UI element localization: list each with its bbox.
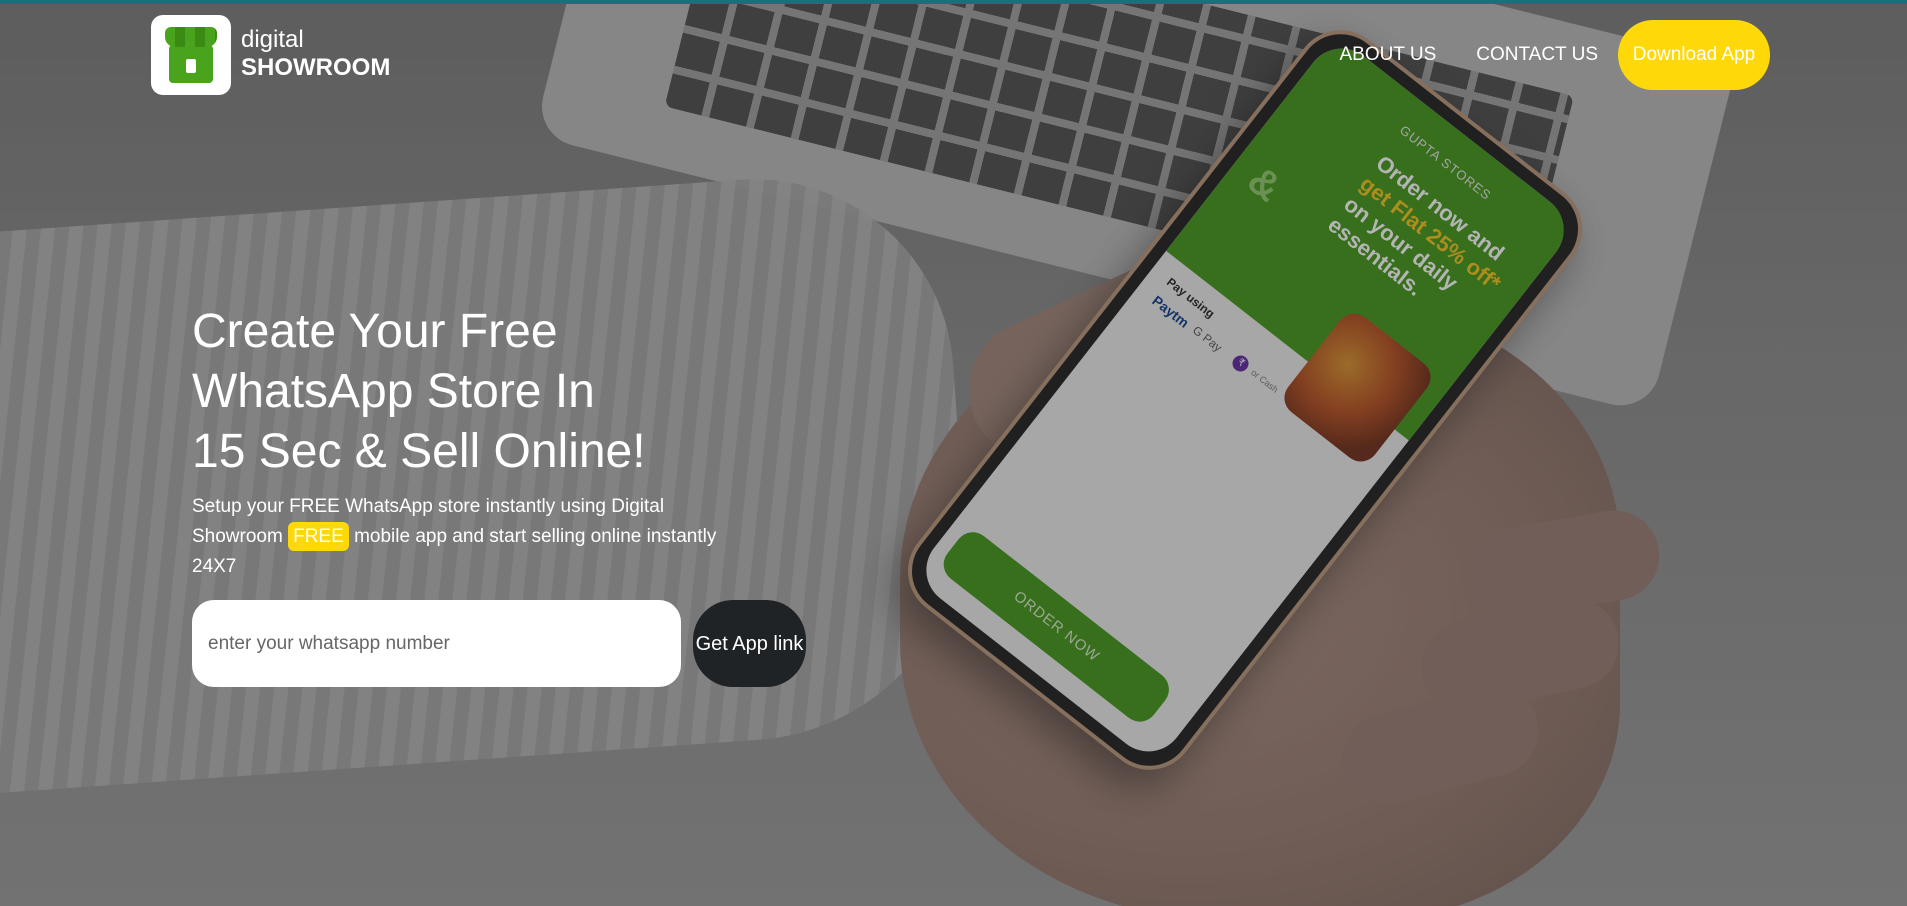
download-app-button[interactable]: Download App [1618, 20, 1770, 90]
hero-headline: Create Your Free WhatsApp Store In 15 Se… [192, 302, 752, 482]
nav-contact-us[interactable]: CONTACT US [1476, 44, 1598, 66]
whatsapp-number-input[interactable] [192, 600, 681, 687]
brand-logo[interactable]: digital SHOWROOM [151, 15, 390, 95]
headline-line3: 15 Sec & Sell Online! [192, 425, 646, 478]
main-nav: ABOUT US CONTACT US Download App [1339, 20, 1770, 90]
store-icon [151, 15, 231, 95]
logo-wordmark: digital SHOWROOM [241, 27, 390, 83]
top-accent-line [0, 0, 1907, 4]
logo-text-showroom: SHOWROOM [241, 54, 391, 81]
headline-line1: Create Your Free [192, 305, 558, 358]
get-app-link-button[interactable]: Get App link [693, 600, 806, 687]
hero-subtext: Setup your FREE WhatsApp store instantly… [192, 492, 752, 582]
free-badge: FREE [288, 522, 349, 551]
logo-text-digital: digital [241, 26, 304, 53]
headline-line2: WhatsApp Store In [192, 365, 595, 418]
nav-about-us[interactable]: ABOUT US [1339, 44, 1436, 66]
